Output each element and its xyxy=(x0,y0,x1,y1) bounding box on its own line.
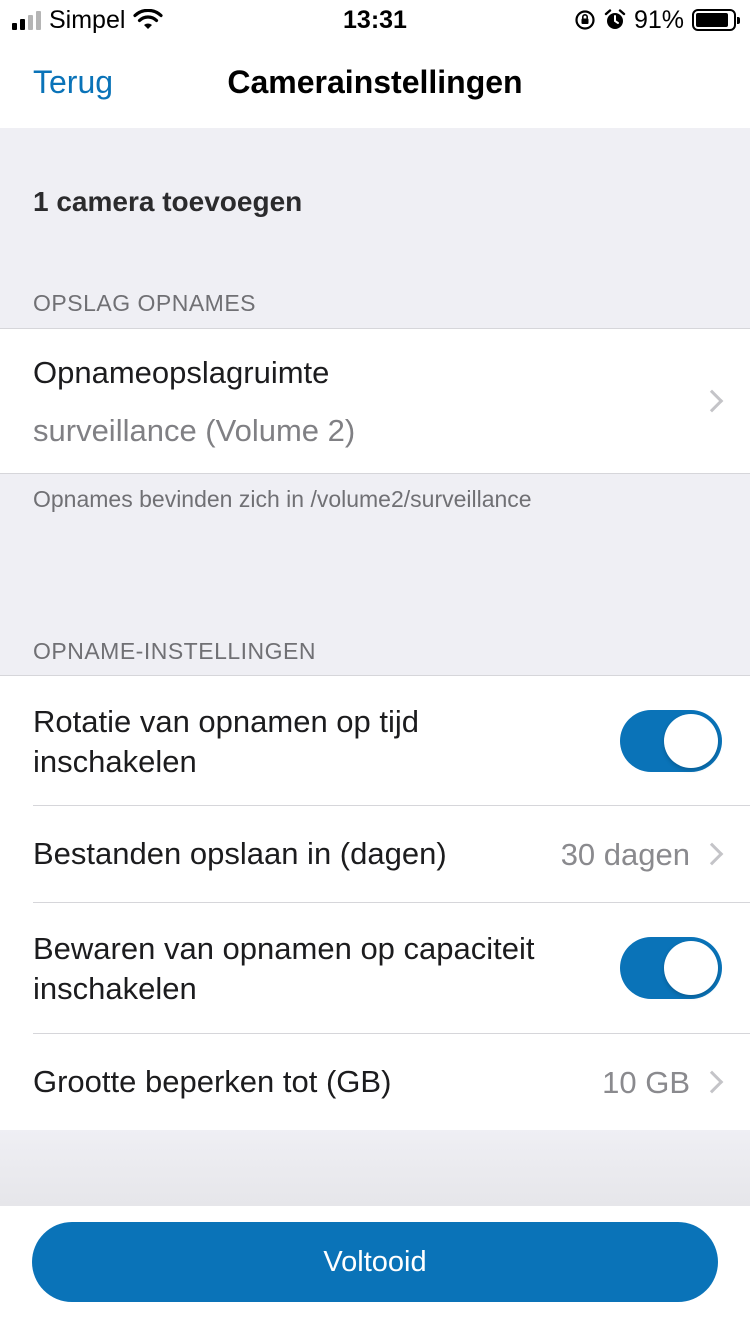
chevron-right-icon xyxy=(700,1070,724,1094)
recording-group: Rotatie van opnamen op tijd inschakelen … xyxy=(0,675,750,1131)
capacity-row: Bewaren van opnamen op capaciteit inscha… xyxy=(0,903,750,1034)
orientation-lock-icon xyxy=(575,10,595,30)
size-limit-row[interactable]: Grootte beperken tot (GB) 10 GB xyxy=(0,1034,750,1130)
capacity-toggle[interactable] xyxy=(620,937,722,999)
rotation-row: Rotatie van opnamen op tijd inschakelen xyxy=(0,676,750,806)
add-camera-heading: 1 camera toevoegen xyxy=(33,186,303,217)
alarm-icon xyxy=(604,9,626,29)
status-bar: Simpel 13:31 91% xyxy=(0,0,750,40)
bottom-action-bar: Voltooid xyxy=(0,1206,750,1334)
battery-icon xyxy=(692,9,740,31)
chevron-right-icon xyxy=(700,842,724,866)
chevron-right-icon xyxy=(700,389,724,413)
retention-days-row[interactable]: Bestanden opslaan in (dagen) 30 dagen xyxy=(0,806,750,903)
capacity-label-line1: Bewaren van opnamen op capaciteit xyxy=(33,931,535,966)
capacity-label-line2: inschakelen xyxy=(33,971,197,1006)
back-button[interactable]: Terug xyxy=(33,64,113,101)
size-limit-value: 10 GB xyxy=(602,1065,690,1100)
retention-days-label: Bestanden opslaan in (dagen) xyxy=(33,836,447,871)
storage-location-label: Opnameopslagruimte xyxy=(33,355,330,390)
retention-days-value: 30 dagen xyxy=(560,837,690,872)
bottom-fade xyxy=(0,1130,750,1206)
storage-location-value: surveillance (Volume 2) xyxy=(33,413,356,448)
done-button[interactable]: Voltooid xyxy=(32,1222,718,1302)
storage-location-row[interactable]: Opnameopslagruimte surveillance (Volume … xyxy=(0,329,750,473)
status-right: 91% xyxy=(574,4,740,36)
navigation-bar: Camerainstellingen Terug xyxy=(0,40,750,128)
rotation-label-line2: inschakelen xyxy=(33,744,197,779)
rotation-label-line1: Rotatie van opnamen op tijd xyxy=(33,704,420,739)
battery-percentage: 91% xyxy=(633,5,684,34)
recording-section-header: OPNAME-INSTELLINGEN xyxy=(33,638,316,664)
storage-group: Opnameopslagruimte surveillance (Volume … xyxy=(0,328,750,474)
rotation-toggle[interactable] xyxy=(620,710,722,772)
size-limit-label: Grootte beperken tot (GB) xyxy=(33,1064,392,1099)
storage-footnote: Opnames bevinden zich in /volume2/survei… xyxy=(33,486,532,512)
camera-settings-screen: Simpel 13:31 91% Camerainstellingen Teru… xyxy=(0,0,750,1334)
storage-section-header: OPSLAG OPNAMES xyxy=(33,290,257,316)
